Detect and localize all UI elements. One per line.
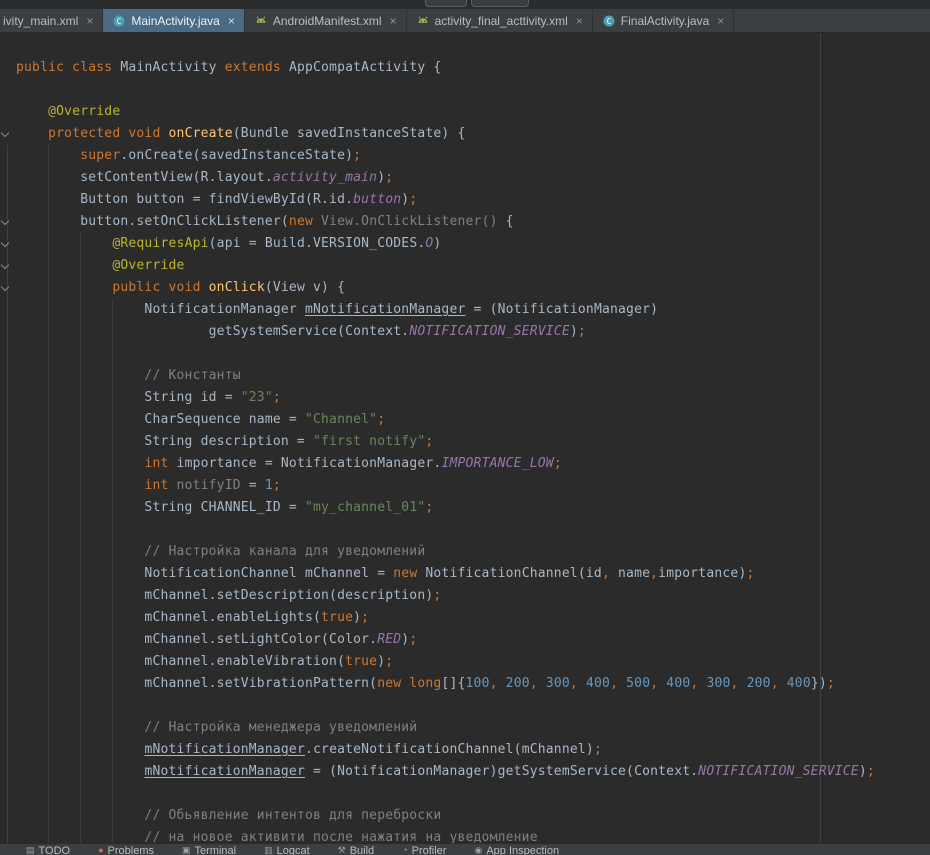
code-line[interactable]: mChannel.setDescription(description); <box>16 585 930 607</box>
tool-label: App Inspection <box>486 845 559 855</box>
code-line[interactable]: int notifyID = 1; <box>16 475 930 497</box>
code-line[interactable]: @Override <box>16 101 930 123</box>
code-line[interactable]: NotificationChannel mChannel = new Notif… <box>16 563 930 585</box>
code-line[interactable]: CharSequence name = "Channel"; <box>16 409 930 431</box>
tab-androidmanifest-xml[interactable]: AndroidManifest.xml × <box>245 9 407 32</box>
code-line[interactable] <box>16 783 930 805</box>
main-toolbar <box>0 0 930 9</box>
java-class-icon: C <box>602 14 616 28</box>
code-line[interactable]: @Override <box>16 255 930 277</box>
tool-label: Build <box>350 845 374 855</box>
tool-window-button-todo[interactable]: ▤ TODO <box>26 845 70 855</box>
build-icon: ⚒ <box>338 845 346 855</box>
android-icon <box>416 14 430 28</box>
tool-window-button-logcat[interactable]: ▥ Logcat <box>264 845 310 855</box>
code-line[interactable]: super.onCreate(savedInstanceState); <box>16 145 930 167</box>
code-line[interactable] <box>16 519 930 541</box>
tab-label: activity_final_acttivity.xml <box>435 14 568 28</box>
tool-window-button-build[interactable]: ⚒ Build <box>338 845 375 855</box>
code-line[interactable]: // Настройка менеджера уведомлений <box>16 717 930 739</box>
tab-finalactivity-java[interactable]: C FinalActivity.java × <box>593 9 735 32</box>
code-line[interactable]: setContentView(R.layout.activity_main); <box>16 167 930 189</box>
code-line[interactable]: mNotificationManager = (NotificationMana… <box>16 761 930 783</box>
code-line[interactable] <box>16 343 930 365</box>
code-line[interactable]: button.setOnClickListener(new View.OnCli… <box>16 211 930 233</box>
code-line[interactable]: protected void onCreate(Bundle savedInst… <box>16 123 930 145</box>
editor-tab-bar: ivity_main.xml × C MainActivity.java × A… <box>0 9 930 33</box>
code-line[interactable] <box>16 79 930 101</box>
code-line[interactable]: // Константы <box>16 365 930 387</box>
code-area[interactable]: public class MainActivity extends AppCom… <box>0 33 930 843</box>
todo-icon: ▤ <box>26 845 35 855</box>
terminal-icon: ▣ <box>182 845 191 855</box>
code-line[interactable]: public void onClick(View v) { <box>16 277 930 299</box>
code-line[interactable]: mChannel.setVibrationPattern(new long[]{… <box>16 673 930 695</box>
tool-window-button-app-inspection[interactable]: ◉ App Inspection <box>474 845 559 855</box>
toolbar-widget[interactable] <box>425 0 467 7</box>
close-icon[interactable]: × <box>390 15 397 27</box>
code-line[interactable]: int importance = NotificationManager.IMP… <box>16 453 930 475</box>
toolbar-widget[interactable] <box>471 0 529 7</box>
code-line[interactable]: getSystemService(Context.NOTIFICATION_SE… <box>16 321 930 343</box>
svg-text:C: C <box>117 17 122 26</box>
close-icon[interactable]: × <box>228 15 235 27</box>
code-line[interactable]: @RequiresApi(api = Build.VERSION_CODES.O… <box>16 233 930 255</box>
code-line[interactable]: String description = "first notify"; <box>16 431 930 453</box>
tool-window-bar: ▤ TODO ● Problems ▣ Terminal ▥ Logcat ⚒ … <box>0 843 930 855</box>
tab-activity-final-acttivity-xml[interactable]: activity_final_acttivity.xml × <box>407 9 593 32</box>
code-line[interactable]: String id = "23"; <box>16 387 930 409</box>
android-icon <box>254 14 268 28</box>
tool-label: Logcat <box>277 845 310 855</box>
logcat-icon: ▥ <box>264 845 273 855</box>
tool-window-button-terminal[interactable]: ▣ Terminal <box>182 845 236 855</box>
tool-window-button-profiler[interactable]: ◔ Profiler <box>402 845 446 855</box>
code-line[interactable]: public class MainActivity extends AppCom… <box>16 57 930 79</box>
code-line[interactable]: Button button = findViewById(R.id.button… <box>16 189 930 211</box>
editor[interactable]: public class MainActivity extends AppCom… <box>0 33 930 843</box>
close-icon[interactable]: × <box>86 15 93 27</box>
close-icon[interactable]: × <box>576 15 583 27</box>
tool-label: TODO <box>39 845 71 855</box>
code-line[interactable]: // на новое активити после нажатия на ув… <box>16 827 930 843</box>
code-line[interactable]: mChannel.setLightColor(Color.RED); <box>16 629 930 651</box>
profiler-icon: ◔ <box>402 845 407 855</box>
code-line[interactable]: // Настройка канала для уведомлений <box>16 541 930 563</box>
tab-mainactivity-java[interactable]: C MainActivity.java × <box>103 9 245 32</box>
code-line[interactable]: // Обьявление интентов для переброски <box>16 805 930 827</box>
close-icon[interactable]: × <box>717 15 724 27</box>
tab-label: AndroidManifest.xml <box>273 14 382 28</box>
tool-label: Profiler <box>412 845 447 855</box>
code-line[interactable]: String CHANNEL_ID = "my_channel_01"; <box>16 497 930 519</box>
tool-window-button-problems[interactable]: ● Problems <box>98 845 154 855</box>
tab-label: ivity_main.xml <box>3 14 78 28</box>
code-line[interactable]: mChannel.enableLights(true); <box>16 607 930 629</box>
tab-label: FinalActivity.java <box>621 14 709 28</box>
code-line[interactable]: mChannel.enableVibration(true); <box>16 651 930 673</box>
tool-label: Problems <box>108 845 154 855</box>
code-line[interactable]: mNotificationManager.createNotificationC… <box>16 739 930 761</box>
tab-label: MainActivity.java <box>131 14 219 28</box>
java-class-icon: C <box>112 14 126 28</box>
tab-activity-main-xml[interactable]: ivity_main.xml × <box>0 9 103 32</box>
svg-text:C: C <box>606 17 611 26</box>
app-inspection-icon: ◉ <box>474 845 482 855</box>
code-line[interactable] <box>16 695 930 717</box>
problems-icon: ● <box>98 845 103 855</box>
tool-label: Terminal <box>195 845 237 855</box>
code-line[interactable]: NotificationManager mNotificationManager… <box>16 299 930 321</box>
